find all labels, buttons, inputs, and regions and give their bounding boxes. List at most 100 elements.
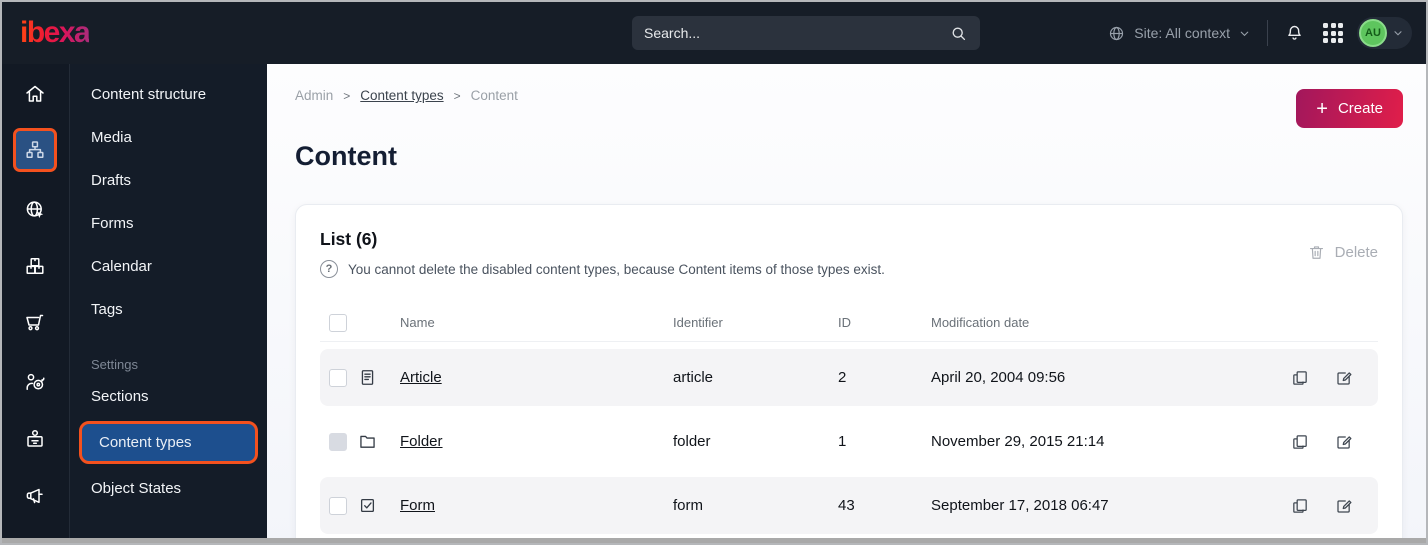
rail-item-marketing[interactable]	[23, 484, 47, 508]
rail-item-dashboard[interactable]	[23, 82, 47, 106]
table-row-folder: Folder folder 1 November 29, 2015 21:14	[320, 413, 1378, 470]
breadcrumb: Admin > Content types > Content	[295, 88, 1403, 103]
list-title: List (6)	[320, 229, 378, 249]
sidebar-item-sections[interactable]: Sections	[70, 375, 267, 418]
article-document-icon	[356, 367, 388, 388]
copy-icon	[1290, 496, 1310, 516]
create-button-label: Create	[1337, 100, 1383, 117]
site-context-selector[interactable]: Site: All context	[1107, 24, 1251, 43]
rail-item-customer-segments[interactable]	[23, 370, 47, 394]
content-types-list-card: List (6) ? You cannot delete the disable…	[295, 204, 1403, 543]
sidebar-item-media[interactable]: Media	[70, 116, 267, 159]
bell-icon	[1284, 23, 1305, 44]
edit-icon	[1334, 496, 1354, 516]
app-grid-icon	[1323, 23, 1343, 43]
folder-icon	[356, 431, 388, 452]
modification-date-cell: April 20, 2004 09:56	[931, 369, 1066, 386]
search-input[interactable]	[644, 25, 949, 41]
copy-button[interactable]	[1290, 496, 1310, 516]
delete-button[interactable]: Delete	[1307, 243, 1378, 262]
main-content: Admin > Content types > Content + Create…	[267, 64, 1426, 543]
app-switcher-button[interactable]	[1323, 23, 1357, 43]
app-window: ibexa Site: All context	[0, 0, 1428, 545]
info-text: You cannot delete the disabled content t…	[348, 261, 885, 277]
sidebar-menu: Content structure Media Drafts Forms Cal…	[69, 64, 267, 543]
breadcrumb-separator: >	[453, 88, 461, 103]
identifier-cell: article	[673, 369, 714, 386]
column-header-identifier: Identifier	[673, 315, 723, 330]
row-checkbox-disabled	[329, 432, 347, 451]
ibexa-logo[interactable]: ibexa	[20, 16, 91, 50]
person-badge-icon	[23, 427, 47, 451]
edit-button[interactable]	[1334, 432, 1354, 452]
content-type-link[interactable]: Folder	[400, 433, 443, 450]
content-types-table: Name Identifier ID Modification date Art…	[320, 304, 1378, 534]
top-bar: ibexa Site: All context	[2, 2, 1426, 64]
sidebar-item-drafts[interactable]: Drafts	[70, 159, 267, 202]
edit-icon	[1334, 432, 1354, 452]
column-header-modification-date: Modification date	[931, 315, 1030, 330]
chevron-down-icon	[1238, 27, 1251, 40]
row-checkbox[interactable]	[329, 496, 347, 515]
breadcrumb-content-types-link[interactable]: Content types	[360, 88, 443, 103]
form-check-square-icon	[356, 495, 388, 516]
person-target-icon	[23, 370, 47, 394]
sidebar-item-content-types[interactable]: Content types	[79, 421, 258, 464]
shopping-cart-icon	[23, 310, 47, 334]
row-checkbox[interactable]	[329, 368, 347, 387]
edit-button[interactable]	[1334, 368, 1354, 388]
icon-rail	[2, 64, 69, 543]
home-icon	[23, 82, 47, 106]
topbar-divider	[1267, 20, 1268, 46]
column-header-id: ID	[838, 315, 851, 330]
table-row-form: Form form 43 September 17, 2018 06:47	[320, 477, 1378, 534]
modification-date-cell: September 17, 2018 06:47	[931, 497, 1109, 514]
stacked-boxes-icon	[23, 254, 47, 278]
rail-item-content[interactable]	[13, 128, 57, 172]
help-icon[interactable]: ?	[320, 260, 338, 278]
global-search[interactable]	[632, 16, 980, 50]
rail-item-subscriptions[interactable]	[23, 427, 47, 451]
table-header-row: Name Identifier ID Modification date	[320, 304, 1378, 342]
create-button[interactable]: + Create	[1296, 89, 1403, 128]
info-line: ? You cannot delete the disabled content…	[320, 260, 885, 278]
select-all-checkbox[interactable]	[329, 313, 347, 332]
sidebar-item-content-structure[interactable]: Content structure	[70, 73, 267, 116]
id-cell: 1	[838, 433, 847, 450]
rail-item-commerce[interactable]	[23, 310, 47, 334]
breadcrumb-separator: >	[343, 88, 351, 103]
edit-button[interactable]	[1334, 496, 1354, 516]
copy-button[interactable]	[1290, 432, 1310, 452]
delete-button-label: Delete	[1334, 244, 1378, 261]
horizontal-scrollbar[interactable]	[2, 538, 1426, 543]
chevron-down-icon	[1392, 27, 1404, 39]
rail-item-product-catalog[interactable]	[23, 254, 47, 278]
identifier-cell: folder	[673, 433, 711, 450]
id-cell: 43	[838, 497, 855, 514]
sidebar-item-object-states[interactable]: Object States	[70, 467, 267, 510]
breadcrumb-admin: Admin	[295, 88, 334, 103]
content-type-link[interactable]: Article	[400, 369, 442, 386]
user-menu[interactable]: AU	[1357, 17, 1412, 49]
search-icon[interactable]	[949, 24, 968, 43]
sidebar-item-calendar[interactable]: Calendar	[70, 245, 267, 288]
content-type-link[interactable]: Form	[400, 497, 435, 514]
globe-icon	[1107, 24, 1126, 43]
copy-icon	[1290, 368, 1310, 388]
edit-icon	[1334, 368, 1354, 388]
id-cell: 2	[838, 369, 847, 386]
notifications-button[interactable]	[1284, 23, 1305, 44]
site-context-label: Site: All context	[1134, 25, 1230, 41]
megaphone-icon	[23, 484, 47, 508]
sidebar-item-tags[interactable]: Tags	[70, 288, 267, 331]
sidebar-section-settings: Settings	[91, 356, 138, 372]
copy-icon	[1290, 432, 1310, 452]
sitemap-icon	[23, 138, 47, 162]
topbar-right-controls: Site: All context AU	[1107, 2, 1412, 64]
rail-item-site[interactable]	[23, 198, 47, 222]
sidebar-item-forms[interactable]: Forms	[70, 202, 267, 245]
copy-button[interactable]	[1290, 368, 1310, 388]
table-row-article: Article article 2 April 20, 2004 09:56	[320, 349, 1378, 406]
plus-icon: +	[1316, 97, 1328, 120]
globe-cursor-icon	[23, 198, 47, 222]
